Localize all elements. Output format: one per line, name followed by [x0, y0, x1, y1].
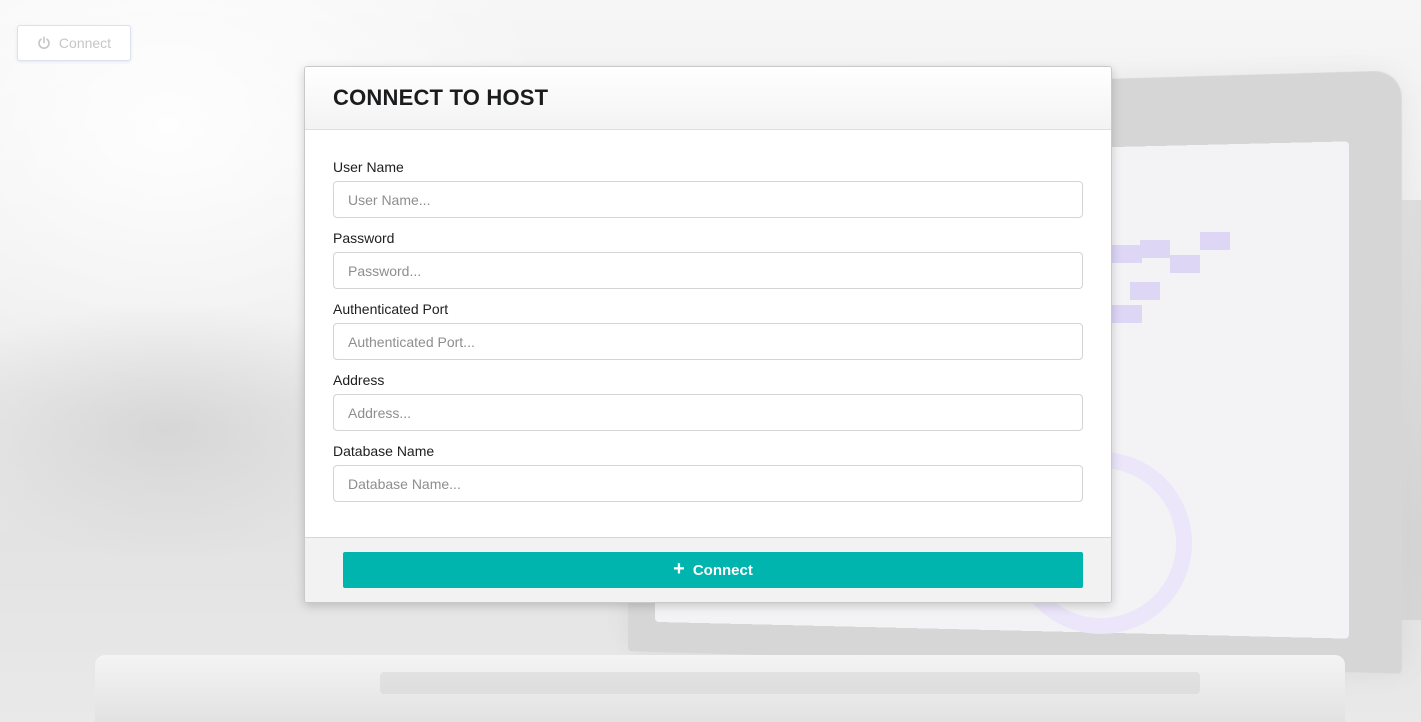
password-label: Password: [333, 230, 395, 246]
open-connect-button[interactable]: Connect: [17, 25, 131, 61]
address-input[interactable]: [333, 394, 1083, 431]
password-field-group: Password: [333, 229, 1083, 289]
dialog-title: CONNECT TO HOST: [333, 85, 549, 110]
authenticated-port-label: Authenticated Port: [333, 301, 449, 317]
connect-button[interactable]: + Connect: [343, 552, 1083, 588]
password-input[interactable]: [333, 252, 1083, 289]
dialog-form: User Name Password Authenticated Port Ad…: [305, 130, 1111, 537]
power-icon: [37, 36, 51, 50]
screen-tile: [1112, 305, 1142, 323]
user-name-label: User Name: [333, 159, 404, 175]
authenticated-port-input[interactable]: [333, 323, 1083, 360]
database-name-input[interactable]: [333, 465, 1083, 502]
database-name-label: Database Name: [333, 443, 435, 459]
screen-tile: [1170, 255, 1200, 273]
connect-to-host-dialog: CONNECT TO HOST User Name Password Authe…: [304, 66, 1112, 603]
dialog-header: CONNECT TO HOST: [305, 67, 1111, 130]
user-name-input[interactable]: [333, 181, 1083, 218]
address-label: Address: [333, 372, 385, 388]
open-connect-button-label: Connect: [58, 35, 112, 51]
plus-icon: +: [673, 558, 685, 580]
screen-tile: [1200, 232, 1230, 250]
screen-tile: [1112, 245, 1142, 263]
database-name-field-group: Database Name: [333, 442, 1083, 502]
connect-button-label: Connect: [692, 561, 753, 579]
screen-tile: [1130, 282, 1160, 300]
laptop-keyboard-image: [380, 672, 1200, 694]
user-name-field-group: User Name: [333, 158, 1083, 218]
dialog-footer: + Connect: [305, 537, 1111, 602]
address-field-group: Address: [333, 371, 1083, 431]
screen-tile: [1140, 240, 1170, 258]
authenticated-port-field-group: Authenticated Port: [333, 300, 1083, 360]
